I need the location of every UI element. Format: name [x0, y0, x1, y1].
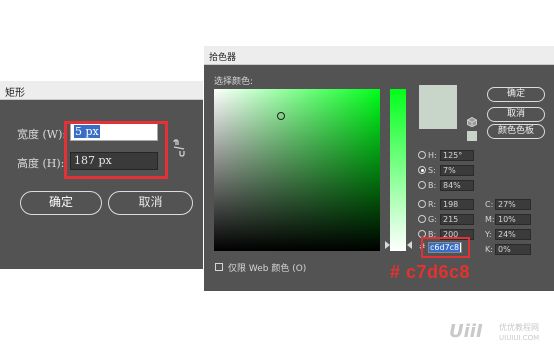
b-value: 84% [443, 181, 461, 190]
width-label: 宽度 (W): [17, 128, 67, 141]
h-value: 125° [443, 151, 463, 160]
g-value: 215 [443, 215, 459, 224]
watermark-url-text: UIUIUI.COM [499, 334, 539, 342]
s-label: S: [428, 166, 436, 175]
m-value: 10% [498, 215, 516, 224]
color-field[interactable] [214, 89, 380, 251]
web-safe-swatch[interactable] [467, 131, 477, 141]
size-highlight-box [64, 121, 168, 179]
web-only-label: 仅限 Web 颜色 (O) [228, 264, 307, 274]
m-field[interactable]: 10% [495, 214, 531, 225]
radio-s[interactable] [418, 166, 426, 174]
r-label: R: [428, 200, 437, 209]
radio-r[interactable] [418, 200, 426, 208]
g-field[interactable]: 215 [440, 214, 474, 225]
c-label: C: [485, 200, 494, 209]
hue-slider[interactable] [390, 89, 406, 251]
color-picker-title: 拾色器 [209, 53, 237, 63]
cp-cancel-button[interactable]: 取消 [487, 107, 545, 122]
s-field[interactable]: 7% [440, 165, 474, 176]
rect-dialog-title: 矩形 [5, 88, 25, 99]
y-label: Y: [485, 230, 492, 239]
k-value: 0% [498, 245, 511, 254]
c-value: 27% [498, 200, 516, 209]
c-field[interactable]: 27% [495, 199, 531, 210]
watermark-logo-text: UiiI [449, 321, 483, 342]
r-value: 198 [443, 200, 459, 209]
m-label: M: [485, 215, 495, 224]
h-label: H: [428, 151, 437, 160]
b-label: B: [428, 181, 437, 190]
pick-color-label: 选择颜色: [214, 77, 254, 87]
radio-h[interactable] [418, 151, 426, 159]
link-broken-icon[interactable] [172, 139, 186, 157]
web-only-checkbox[interactable] [215, 263, 223, 271]
color-picker-title-bar: 拾色器 [204, 46, 554, 65]
radio-b[interactable] [418, 181, 426, 189]
k-field[interactable]: 0% [495, 244, 531, 255]
color-picker-dialog: 拾色器 选择颜色: 确定 取消 颜色色板 H: 125° S: 7% B: 84… [204, 46, 554, 291]
g-label: G: [428, 215, 437, 224]
cp-ok-button[interactable]: 确定 [487, 87, 545, 102]
hex-highlight-box [421, 237, 470, 258]
hex-annotation: # c7d6c8 [390, 262, 471, 282]
slider-handle-right-icon[interactable] [407, 241, 412, 249]
k-label: K: [485, 245, 493, 254]
out-of-web-gamut-cube-icon[interactable] [467, 117, 477, 127]
cancel-button[interactable]: 取消 [108, 191, 193, 215]
r-field[interactable]: 198 [440, 199, 474, 210]
b-field[interactable]: 84% [440, 180, 474, 191]
new-color-swatch [419, 85, 457, 129]
color-field-marker[interactable] [277, 112, 285, 120]
height-label: 高度 (H): [17, 157, 65, 170]
radio-g[interactable] [418, 215, 426, 223]
watermark-logo: UiiI 优优教程网 UIUIUI.COM [449, 321, 539, 342]
h-field[interactable]: 125° [440, 150, 474, 161]
s-value: 7% [443, 166, 456, 175]
watermark-cn-text: 优优教程网 [499, 322, 539, 332]
color-swatches-button[interactable]: 颜色色板 [487, 124, 545, 139]
y-value: 24% [498, 230, 516, 239]
y-field[interactable]: 24% [495, 229, 531, 240]
screenshot-canvas: 矩形 宽度 (W): 5 px 高度 (H): 187 px 确定 取消 拾色器… [0, 0, 554, 350]
rectangle-dialog: 矩形 宽度 (W): 5 px 高度 (H): 187 px 确定 取消 [0, 81, 203, 269]
slider-handle-left-icon[interactable] [385, 241, 390, 249]
ok-button[interactable]: 确定 [20, 191, 102, 215]
rect-title-bar: 矩形 [0, 81, 203, 100]
